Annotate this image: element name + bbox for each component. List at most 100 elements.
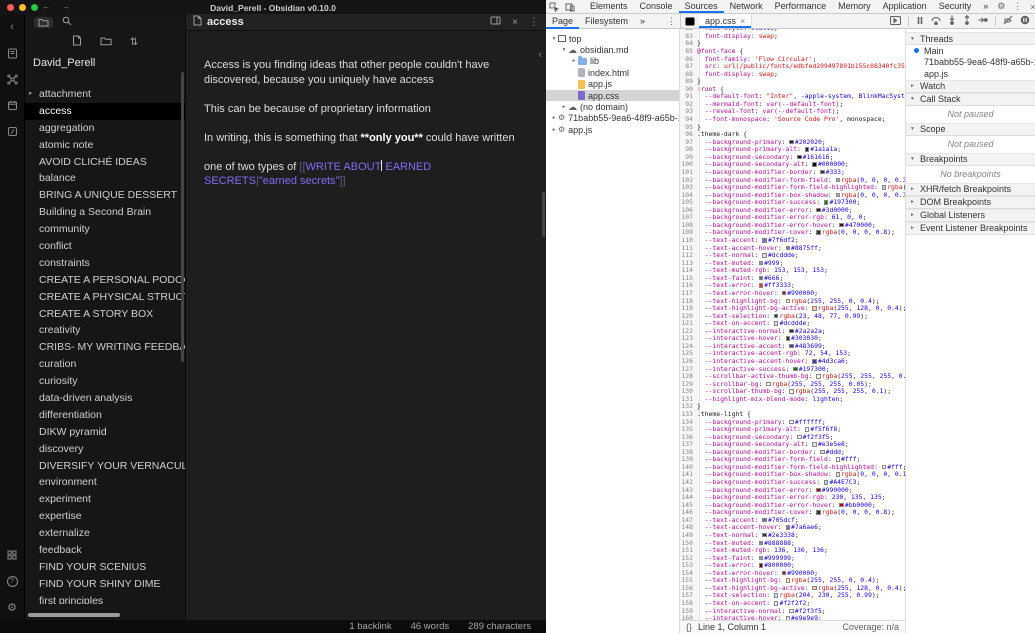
- color-swatch[interactable]: [812, 306, 817, 311]
- chevron-down-icon[interactable]: ▾: [911, 36, 917, 42]
- color-swatch[interactable]: [774, 601, 779, 606]
- color-swatch[interactable]: [882, 465, 887, 470]
- section-header-breakpoints[interactable]: ▾Breakpoints: [906, 153, 1035, 166]
- file-item[interactable]: CREATE A PERSONAL PODCAST: [25, 272, 185, 289]
- section-header-call-stack[interactable]: ▾Call Stack: [906, 93, 1035, 106]
- settings-icon[interactable]: ⚙: [0, 594, 25, 620]
- inspect-element-icon[interactable]: [546, 2, 562, 12]
- tab-[interactable]: »: [977, 0, 994, 13]
- chevron-right-icon[interactable]: ▸: [911, 186, 917, 192]
- chevron-right-icon[interactable]: ▸: [911, 199, 917, 205]
- tab-application[interactable]: Application: [877, 0, 933, 13]
- color-swatch[interactable]: [812, 586, 817, 591]
- color-swatch[interactable]: [766, 382, 771, 387]
- color-swatch[interactable]: [759, 276, 764, 281]
- color-swatch[interactable]: [839, 223, 844, 228]
- tab-console[interactable]: Console: [634, 0, 679, 13]
- chevron-down-icon[interactable]: ▾: [560, 47, 568, 53]
- section-header-watch[interactable]: ▸Watch: [906, 80, 1035, 93]
- code-line[interactable]: 88 font-display: swap;: [680, 70, 905, 78]
- tree-item-index.html[interactable]: index.html: [546, 67, 679, 78]
- collapse-arrow-icon[interactable]: ▸: [29, 86, 33, 103]
- file-item[interactable]: discovery: [25, 441, 185, 458]
- step-over-icon[interactable]: [931, 16, 941, 27]
- help-icon[interactable]: ?: [0, 568, 25, 594]
- file-item[interactable]: feedback: [25, 542, 185, 559]
- step-into-icon[interactable]: [948, 15, 956, 27]
- tree-item-lib[interactable]: ▸lib: [546, 56, 679, 67]
- color-swatch[interactable]: [762, 518, 767, 523]
- tab-performance[interactable]: Performance: [769, 0, 833, 13]
- new-note-button[interactable]: [72, 33, 82, 51]
- file-item[interactable]: experiment: [25, 491, 185, 508]
- color-swatch[interactable]: [789, 420, 794, 425]
- file-item[interactable]: externalize: [25, 525, 185, 542]
- section-header-threads[interactable]: ▾Threads: [906, 32, 1035, 45]
- file-item[interactable]: CREATE A PHYSICAL STRUCTURE: [25, 289, 185, 306]
- vertical-scrollbar[interactable]: [181, 72, 184, 362]
- nav-tab-filesystem[interactable]: Filesystem: [579, 14, 634, 29]
- pane-menu-icon[interactable]: ⋮: [529, 17, 539, 28]
- file-item[interactable]: differentiation: [25, 407, 185, 424]
- color-swatch[interactable]: [774, 314, 779, 319]
- color-swatch[interactable]: [789, 609, 794, 614]
- chevron-right-icon[interactable]: ▸: [550, 115, 558, 121]
- color-swatch[interactable]: [812, 359, 817, 364]
- color-swatch[interactable]: [812, 162, 817, 167]
- file-item[interactable]: CRIBS- MY WRITING FEEDBACK FORM: [25, 339, 185, 356]
- chevron-right-icon[interactable]: ▸: [570, 58, 578, 64]
- section-header-event-listener-breakpoints[interactable]: ▸Event Listener Breakpoints: [906, 222, 1035, 235]
- color-swatch[interactable]: [759, 541, 764, 546]
- devtools-menu-icon[interactable]: ⋮: [1010, 1, 1025, 12]
- color-swatch[interactable]: [836, 178, 841, 183]
- color-swatch[interactable]: [759, 283, 764, 288]
- collapse-sidebar-icon[interactable]: ‹: [0, 14, 25, 40]
- color-swatch[interactable]: [816, 510, 821, 515]
- close-pane-icon[interactable]: ×: [512, 17, 518, 28]
- code-line[interactable]: 160 --interactive-hover: #e9e9e9;: [680, 614, 905, 620]
- color-swatch[interactable]: [797, 155, 802, 160]
- file-item[interactable]: FIND YOUR SCENIUS: [25, 559, 185, 576]
- chevron-right-icon[interactable]: ▸: [550, 127, 558, 133]
- color-swatch[interactable]: [882, 185, 887, 190]
- device-toolbar-icon[interactable]: [562, 2, 578, 12]
- tab-network[interactable]: Network: [724, 0, 769, 13]
- color-swatch[interactable]: [812, 442, 817, 447]
- color-swatch[interactable]: [816, 374, 821, 379]
- devtools-close-icon[interactable]: ×: [1027, 2, 1035, 12]
- command-palette-icon[interactable]: [0, 118, 25, 144]
- file-item[interactable]: creativity: [25, 322, 185, 339]
- color-swatch[interactable]: [836, 457, 841, 462]
- color-swatch[interactable]: [786, 616, 791, 620]
- section-header-dom-breakpoints[interactable]: ▸DOM Breakpoints: [906, 196, 1035, 209]
- note-content[interactable]: Access is you finding ideas that other p…: [204, 45, 518, 620]
- collapse-right-sidebar-icon[interactable]: ‹: [538, 49, 542, 61]
- tree-item-nodomain[interactable]: ▸☁(no domain): [546, 101, 679, 112]
- color-swatch[interactable]: [816, 208, 821, 213]
- tree-item-obsidian.md[interactable]: ▾☁obsidian.md: [546, 44, 679, 55]
- close-file-tab-icon[interactable]: ×: [740, 16, 745, 26]
- color-swatch[interactable]: [805, 147, 810, 152]
- file-item[interactable]: aggregation: [25, 120, 185, 137]
- history-forward-icon[interactable]: →: [62, 2, 70, 11]
- file-item[interactable]: atomic note: [25, 137, 185, 154]
- file-item[interactable]: community: [25, 221, 185, 238]
- tree-item-app.js[interactable]: app.js: [546, 79, 679, 90]
- pretty-print-icon[interactable]: {}: [686, 622, 692, 632]
- color-swatch[interactable]: [793, 367, 798, 372]
- daily-note-icon[interactable]: [0, 92, 25, 118]
- pause-on-exceptions-icon[interactable]: [1020, 15, 1030, 27]
- chevron-right-icon[interactable]: ▸: [560, 104, 568, 110]
- color-swatch[interactable]: [786, 246, 791, 251]
- file-item[interactable]: Building a Second Brain: [25, 204, 185, 221]
- tree-item-top[interactable]: ▾top: [546, 33, 679, 44]
- color-swatch[interactable]: [762, 533, 767, 538]
- color-swatch[interactable]: [762, 238, 767, 243]
- vault-switcher-icon[interactable]: [0, 542, 25, 568]
- internal-link[interactable]: WRITE ABOUT: [306, 161, 382, 173]
- history-back-icon[interactable]: ←: [42, 2, 50, 11]
- quick-switcher-icon[interactable]: [0, 40, 25, 66]
- chevron-down-icon[interactable]: ▾: [550, 36, 558, 42]
- section-header-scope[interactable]: ▾Scope: [906, 123, 1035, 136]
- color-swatch[interactable]: [805, 427, 810, 432]
